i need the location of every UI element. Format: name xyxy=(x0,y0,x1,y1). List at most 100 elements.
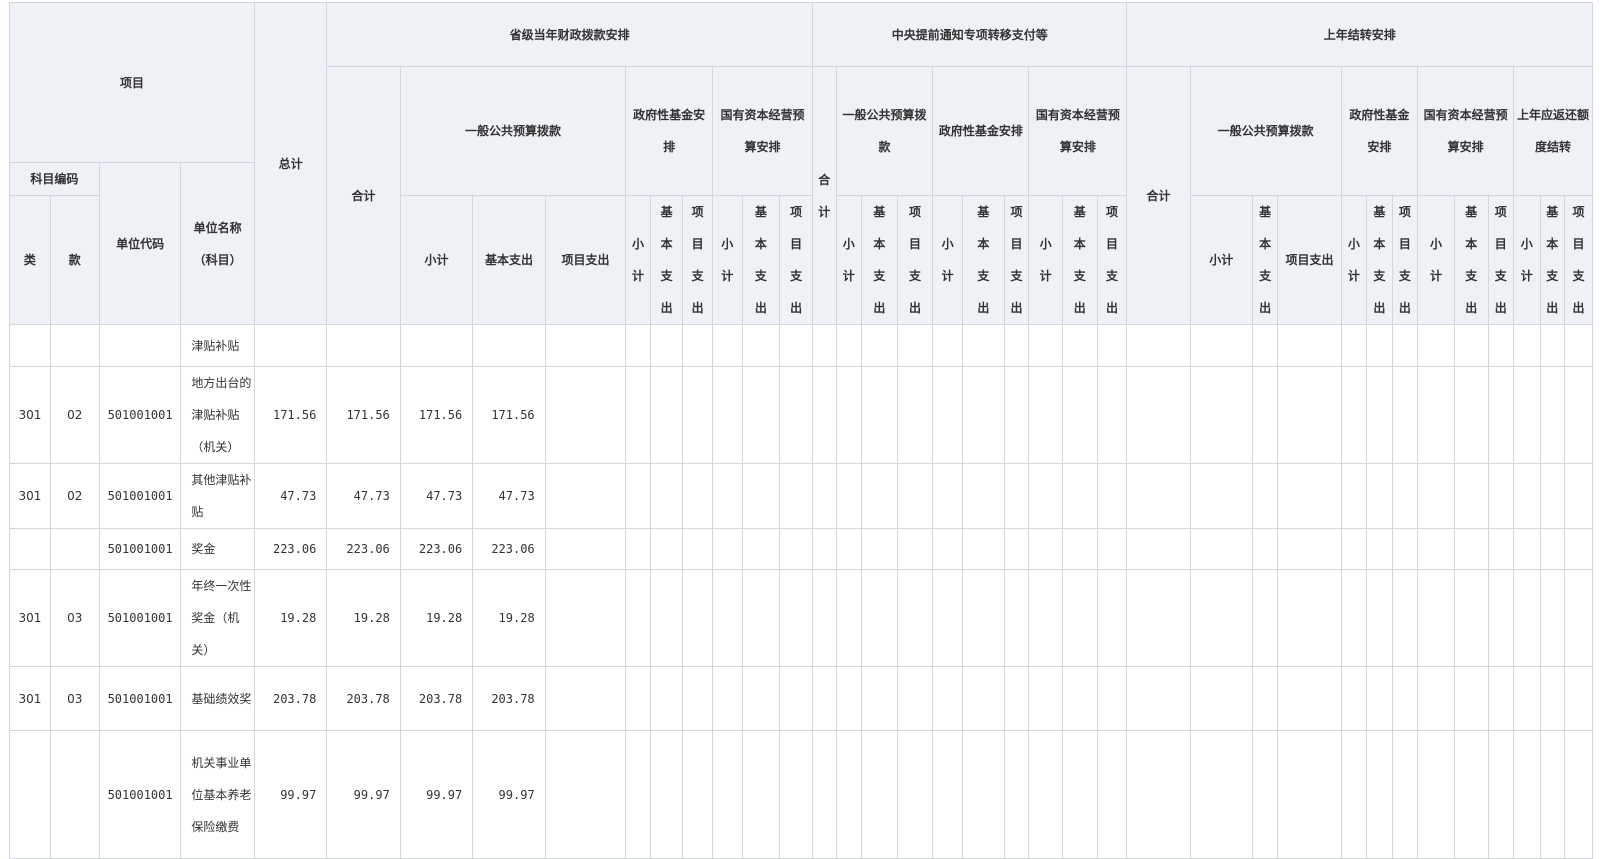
cell-empty xyxy=(1366,366,1393,464)
cell-empty xyxy=(1366,569,1393,667)
cell-empty xyxy=(1539,666,1566,731)
cell-empty xyxy=(741,324,781,367)
header-g3-guoyou: 国有资本经营预算安排 xyxy=(1417,66,1515,196)
cell-empty xyxy=(1487,569,1515,667)
cell-empty xyxy=(861,666,898,731)
cell-empty xyxy=(896,366,934,464)
cell-empty xyxy=(1061,730,1098,859)
cell-empty xyxy=(1003,463,1030,529)
cell-empty xyxy=(544,324,627,367)
cell-empty xyxy=(649,463,684,529)
cell-empty xyxy=(1340,366,1368,464)
cell-empty xyxy=(1417,569,1455,667)
cell-heji xyxy=(326,324,401,367)
cell-empty xyxy=(1189,463,1253,529)
header-g2-zhengfu: 政府性基金安排 xyxy=(932,66,1030,196)
cell-empty xyxy=(625,528,651,570)
cell-empty xyxy=(779,666,814,731)
header-g1-gy-xiaoji: 小计 xyxy=(711,195,743,325)
header-danwei-daima: 单位代码 xyxy=(98,162,182,325)
cell-lei: 301 xyxy=(9,463,51,529)
table-row: 津贴补贴 xyxy=(9,324,1593,367)
cell-empty xyxy=(1539,463,1566,529)
cell-empty xyxy=(1003,666,1030,731)
cell-empty xyxy=(649,730,684,859)
cell-empty xyxy=(1126,730,1191,859)
cell-kuan: 03 xyxy=(49,666,100,731)
cell-xiaoji: 19.28 xyxy=(399,569,474,667)
cell-zongji xyxy=(253,324,328,367)
cell-empty xyxy=(1453,324,1489,367)
budget-table-container: 项目 总计 省级当年财政拨款安排 中央提前通知专项转移支付等 上年结转安排 合计… xyxy=(9,2,1593,859)
header-g1-gy-jiben: 基本支出 xyxy=(741,195,781,325)
table-body: 津贴补贴 301 02 501001001 地方出台的津贴补贴（机关） 171.… xyxy=(9,324,1593,859)
cell-empty xyxy=(779,569,814,667)
header-zongji: 总计 xyxy=(253,2,328,325)
cell-kuan: 03 xyxy=(49,569,100,667)
cell-empty xyxy=(1003,730,1030,859)
cell-empty xyxy=(711,463,743,529)
cell-empty xyxy=(544,666,627,731)
cell-empty xyxy=(741,666,781,731)
cell-empty xyxy=(1340,324,1368,367)
cell-heji: 223.06 xyxy=(326,528,401,570)
cell-empty xyxy=(1513,666,1541,731)
cell-empty xyxy=(835,730,862,859)
cell-xiaoji: 223.06 xyxy=(399,528,474,570)
cell-empty xyxy=(1513,528,1541,570)
header-g1-guoyou: 国有资本经营预算安排 xyxy=(711,66,814,196)
cell-empty xyxy=(1126,366,1191,464)
cell-zongji: 223.06 xyxy=(253,528,328,570)
cell-empty xyxy=(1096,730,1128,859)
cell-jiben: 171.56 xyxy=(472,366,546,464)
cell-kuan xyxy=(49,528,100,570)
cell-code xyxy=(98,324,182,367)
cell-empty xyxy=(961,569,1005,667)
header-g2-gy-jiben: 基本支出 xyxy=(1061,195,1098,325)
header-g2-guoyou: 国有资本经营预算安排 xyxy=(1028,66,1128,196)
cell-empty xyxy=(835,666,862,731)
cell-empty xyxy=(1340,528,1368,570)
cell-empty xyxy=(1564,730,1593,859)
header-g3-zf-xiangmu: 项目支出 xyxy=(1391,195,1419,325)
header-g3-yiban: 一般公共预算拨款 xyxy=(1189,66,1342,196)
cell-lei xyxy=(9,324,51,367)
cell-jiben: 19.28 xyxy=(472,569,546,667)
header-group1-title: 省级当年财政拨款安排 xyxy=(326,2,814,67)
cell-code: 501001001 xyxy=(98,366,182,464)
cell-empty xyxy=(1417,666,1455,731)
cell-kuan: 02 xyxy=(49,463,100,529)
cell-empty xyxy=(1391,324,1419,367)
header-g2-zf-xiangmu: 项目支出 xyxy=(1003,195,1030,325)
cell-empty xyxy=(682,366,713,464)
cell-zongji: 203.78 xyxy=(253,666,328,731)
cell-empty xyxy=(682,528,713,570)
cell-lei xyxy=(9,528,51,570)
cell-empty xyxy=(896,730,934,859)
cell-empty xyxy=(1340,569,1368,667)
cell-empty xyxy=(1251,569,1279,667)
cell-empty xyxy=(861,324,898,367)
cell-empty xyxy=(779,528,814,570)
cell-empty xyxy=(1028,366,1063,464)
cell-empty xyxy=(544,463,627,529)
header-kemu-bianma: 科目编码 xyxy=(9,162,100,196)
cell-empty xyxy=(1487,463,1515,529)
cell-empty xyxy=(1061,569,1098,667)
cell-empty xyxy=(711,730,743,859)
cell-empty xyxy=(961,366,1005,464)
cell-empty xyxy=(1028,324,1063,367)
header-g1-heji: 合计 xyxy=(326,66,401,325)
cell-empty xyxy=(1003,324,1030,367)
header-g2-zf-jiben: 基本支出 xyxy=(961,195,1005,325)
table-row: 301 02 501001001 地方出台的津贴补贴（机关） 171.56 17… xyxy=(9,366,1593,464)
cell-empty xyxy=(812,324,837,367)
cell-empty xyxy=(1366,324,1393,367)
cell-empty xyxy=(682,730,713,859)
cell-empty xyxy=(1277,730,1342,859)
cell-name: 其他津贴补贴 xyxy=(180,463,255,529)
budget-table: 项目 总计 省级当年财政拨款安排 中央提前通知专项转移支付等 上年结转安排 合计… xyxy=(9,2,1593,859)
cell-empty xyxy=(1539,569,1566,667)
cell-empty xyxy=(1453,569,1489,667)
cell-empty xyxy=(1513,366,1541,464)
